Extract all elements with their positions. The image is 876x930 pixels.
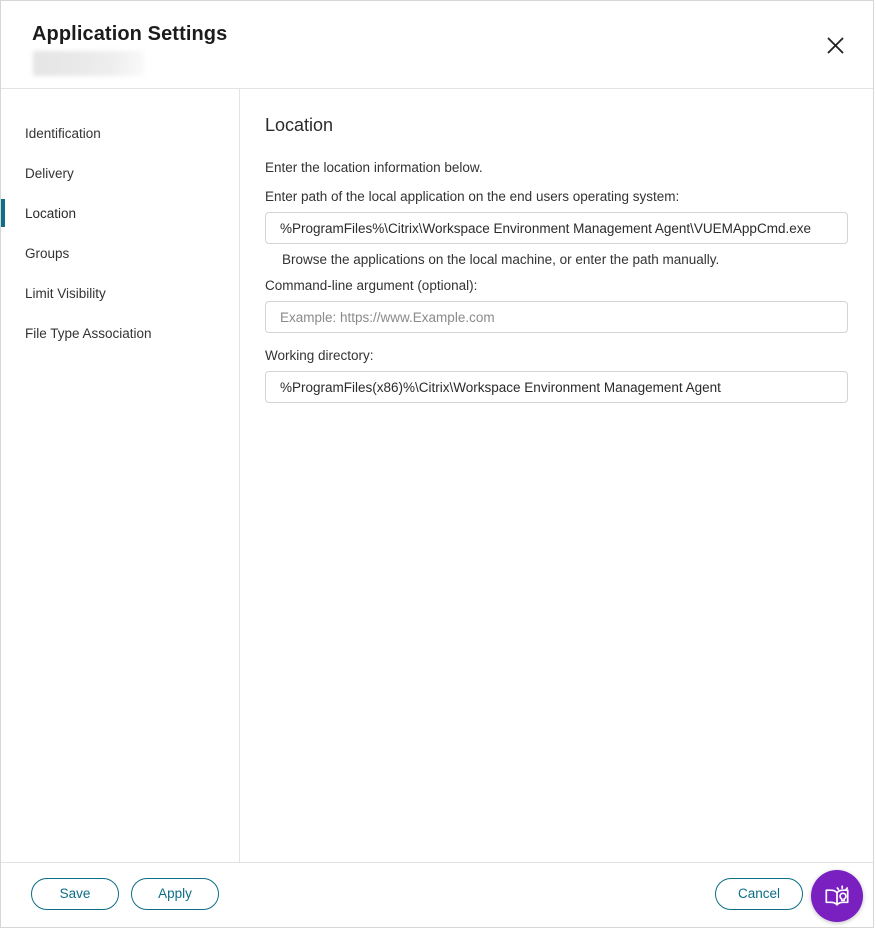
sidebar-item-label: Limit Visibility [25,285,106,301]
cancel-button[interactable]: Cancel [714,878,803,910]
application-settings-dialog: Application Settings Identification Deli… [0,0,874,928]
active-indicator [1,239,5,267]
settings-sidebar: Identification Delivery Location Groups … [1,89,240,862]
redacted-subtitle [33,51,144,76]
sidebar-item-label: Location [25,205,77,221]
section-intro-text: Enter the location information below. [265,160,483,175]
save-button[interactable]: Save [31,878,119,910]
sidebar-item-location[interactable]: Location [1,193,239,233]
active-indicator [1,199,5,227]
field-group-application-path: Enter path of the local application on t… [265,188,873,269]
dialog-body: Identification Delivery Location Groups … [1,89,873,862]
close-icon [827,37,844,54]
close-button[interactable] [817,27,853,63]
command-line-argument-label: Command-line argument (optional): [265,278,478,293]
application-path-label: Enter path of the local application on t… [265,189,680,204]
sidebar-item-label: Delivery [25,165,74,181]
dialog-footer: Save Apply Cancel [1,862,873,927]
sidebar-item-file-type-association[interactable]: File Type Association [1,313,239,353]
command-line-argument-input[interactable] [265,301,848,333]
sidebar-item-label: File Type Association [25,325,152,341]
apply-button[interactable]: Apply [131,878,219,910]
application-path-input[interactable] [265,212,848,244]
working-directory-label: Working directory: [265,348,374,363]
book-lightbulb-icon [822,881,852,911]
application-path-hint: Browse the applications on the local mac… [282,252,720,267]
sidebar-item-delivery[interactable]: Delivery [1,153,239,193]
working-directory-input[interactable] [265,371,848,403]
field-group-working-directory: Working directory: [265,347,873,403]
settings-content-location: Location Enter the location information … [240,89,873,862]
sidebar-item-groups[interactable]: Groups [1,233,239,273]
active-indicator [1,319,5,347]
page-title: Application Settings [32,23,228,45]
sidebar-item-label: Identification [25,125,101,141]
active-indicator [1,279,5,307]
sidebar-item-identification[interactable]: Identification [1,113,239,153]
active-indicator [1,119,5,147]
field-group-command-line-argument: Command-line argument (optional): [265,277,873,333]
active-indicator [1,159,5,187]
section-title: Location [265,115,334,135]
sidebar-item-limit-visibility[interactable]: Limit Visibility [1,273,239,313]
dialog-header: Application Settings [1,1,873,89]
help-guide-button[interactable] [811,870,863,922]
sidebar-item-label: Groups [25,245,70,261]
